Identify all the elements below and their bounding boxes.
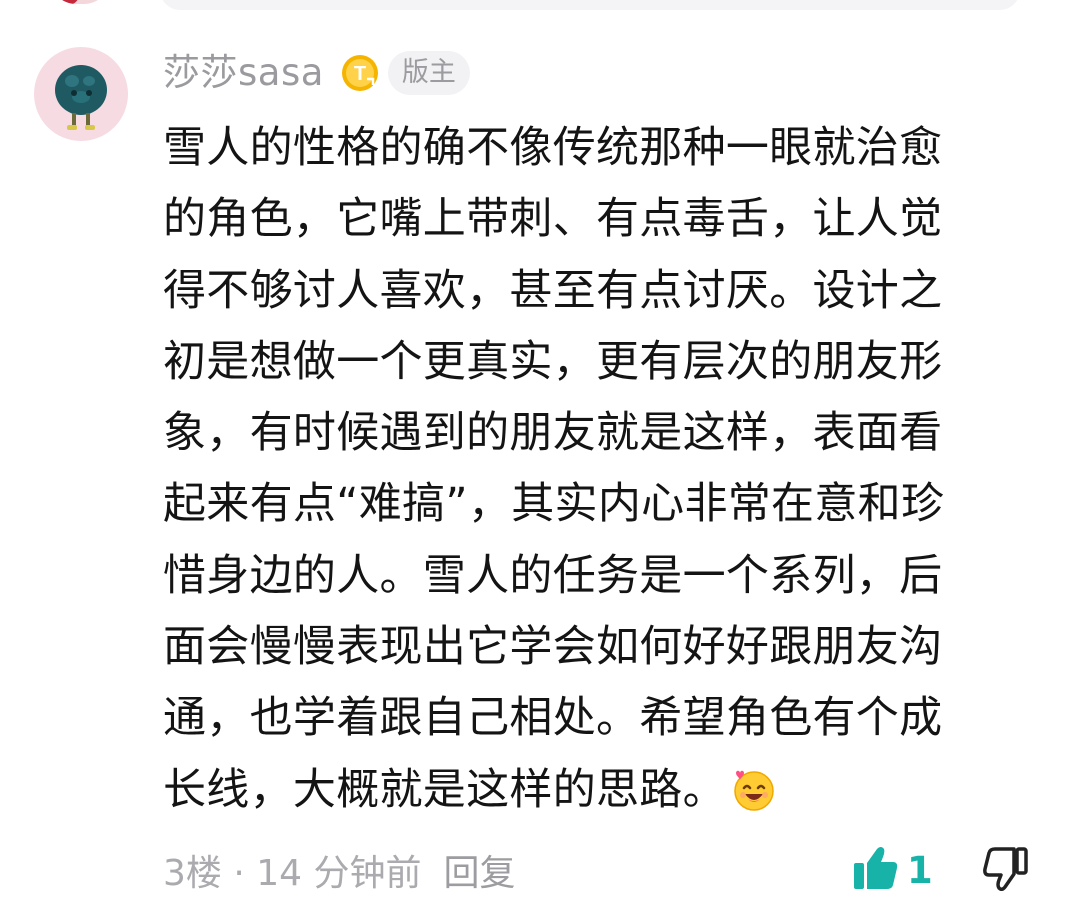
content-line: 的角色，它嘴上带刺、有点毒舌，让人觉 [163,194,943,245]
avatar-image [55,65,107,130]
previous-input-remnant [160,0,1020,10]
dislike-button[interactable] [980,844,1030,894]
content-line: 得不够讨人喜欢，甚至有点讨厌。设计之 [163,265,943,316]
comment-page: 莎莎sasa T 版主 雪人的性格的确不像传统那种一眼就治愈 的角色，它嘴上带刺… [0,0,1080,924]
content-line: 通，也学着跟自己相处。希望角色有个成 [163,693,943,744]
comment-header: 莎莎sasa T 版主 [163,50,470,96]
thumbs-down-icon [980,847,1030,898]
like-count: 1 [907,848,933,892]
content-line: 起来有点“难搞”，其实内心非常在意和珍 [163,479,945,530]
avatar[interactable] [34,47,128,141]
content-line: 长线，大概就是这样的思路。 [163,764,726,815]
content-line-last: 长线，大概就是这样的思路。 [163,755,1043,826]
svg-text:T: T [354,63,366,85]
moderator-badge: 版主 [387,51,470,95]
comment-content: 雪人的性格的确不像传统那种一眼就治愈 的角色，它嘴上带刺、有点毒舌，让人觉 得不… [163,113,1043,826]
reply-button[interactable]: 回复 [444,844,516,896]
content-line: 惜身边的人。雪人的任务是一个系列，后 [163,550,943,601]
comment-footer: 3楼 · 14 分钟前 回复 [163,843,516,897]
content-line: 雪人的性格的确不像传统那种一眼就治愈 [163,123,943,173]
username[interactable]: 莎莎sasa [163,50,324,96]
content-line: 初是想做一个更真实，更有层次的朋友形 [163,336,943,387]
thumbs-up-icon [851,843,901,897]
previous-avatar-remnant [50,0,110,4]
content-line: 面会慢慢表现出它学会如何好好跟朋友沟 [163,622,943,673]
smiling-face-with-heart-icon [730,763,776,811]
like-button[interactable]: 1 [851,843,933,897]
level-badge-icon: T [340,53,380,93]
content-line: 象，有时候遇到的朋友就是这样，表面看 [163,408,943,459]
floor-and-time: 3楼 · 14 分钟前 [163,853,422,894]
